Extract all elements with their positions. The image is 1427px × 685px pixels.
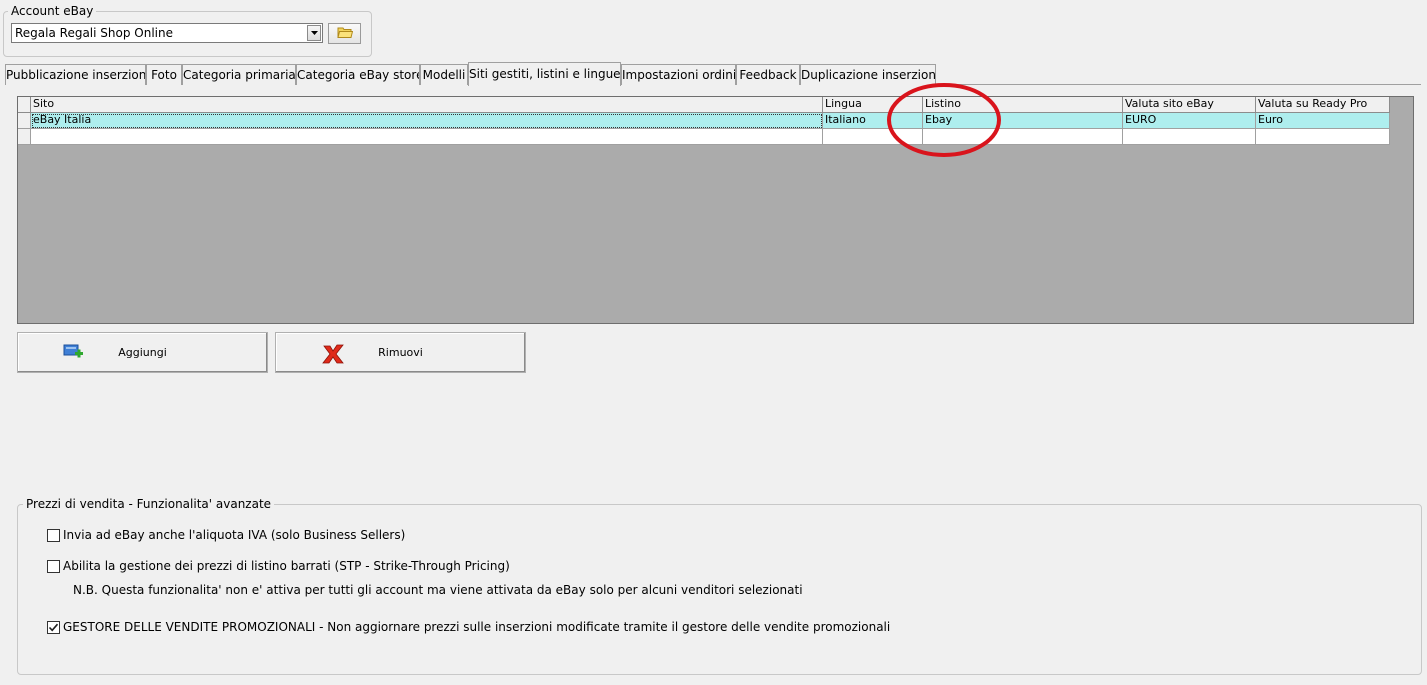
- add-button-label: Aggiungi: [118, 346, 167, 359]
- vat-label[interactable]: Invia ad eBay anche l'aliquota IVA (solo…: [63, 528, 405, 542]
- promo-checkbox[interactable]: [47, 621, 60, 634]
- grid-header-sito[interactable]: Sito: [31, 97, 823, 113]
- account-select-value: Regala Regali Shop Online: [15, 26, 173, 40]
- grid-cell-sito[interactable]: eBay Italia: [31, 113, 823, 129]
- account-legend: Account eBay: [8, 4, 97, 18]
- vat-checkbox[interactable]: [47, 529, 60, 542]
- grid-header-indicator: [18, 97, 31, 113]
- open-folder-button[interactable]: [328, 23, 361, 44]
- tab-pubblicazione-inserzioni[interactable]: Pubblicazione inserzioni: [5, 64, 146, 85]
- prices-legend: Prezzi di vendita - Funzionalita' avanza…: [23, 497, 275, 511]
- account-select[interactable]: Regala Regali Shop Online: [11, 23, 323, 43]
- stp-label[interactable]: Abilita la gestione dei prezzi di listin…: [63, 559, 510, 573]
- new-row-valuta-ready-pro[interactable]: [1256, 129, 1390, 145]
- tab-categoria-ebay-store[interactable]: Categoria eBay store: [296, 64, 420, 85]
- stp-checkbox[interactable]: [47, 560, 60, 573]
- new-row-valuta-ebay[interactable]: [1123, 129, 1256, 145]
- tab-foto[interactable]: Foto: [146, 64, 182, 85]
- tab-impostazioni-ordini[interactable]: Impostazioni ordini: [621, 64, 736, 85]
- folder-icon: [336, 26, 353, 42]
- chevron-down-icon[interactable]: [307, 25, 321, 41]
- checkmark-icon: [48, 623, 59, 632]
- tab-categoria-primaria[interactable]: Categoria primaria: [182, 64, 296, 85]
- grid-cell-valuta-ebay[interactable]: EURO: [1123, 113, 1256, 129]
- grid-header-valuta-ebay[interactable]: Valuta sito eBay: [1123, 97, 1256, 113]
- new-row-indicator[interactable]: [18, 129, 31, 145]
- remove-button[interactable]: Rimuovi: [275, 332, 526, 373]
- promo-label[interactable]: GESTORE DELLE VENDITE PROMOZIONALI - Non…: [63, 620, 890, 634]
- tab-feedback[interactable]: Feedback: [736, 64, 800, 85]
- remove-button-label: Rimuovi: [378, 346, 423, 359]
- stp-note: N.B. Questa funzionalita' non e' attiva …: [73, 583, 803, 597]
- add-button[interactable]: Aggiungi: [17, 332, 268, 373]
- grid-header-valuta-ready-pro[interactable]: Valuta su Ready Pro: [1256, 97, 1390, 113]
- row-indicator[interactable]: [18, 113, 31, 129]
- tab-modelli[interactable]: Modelli: [420, 64, 468, 85]
- new-row-sito[interactable]: [31, 129, 823, 145]
- tab-siti-gestiti[interactable]: Siti gestiti, listini e lingue: [468, 62, 621, 86]
- sites-grid[interactable]: Sito Lingua Listino Valuta sito eBay Val…: [17, 96, 1414, 324]
- annotation-circle: [887, 83, 1001, 157]
- grid-cell-valuta-ready-pro[interactable]: Euro: [1256, 113, 1390, 129]
